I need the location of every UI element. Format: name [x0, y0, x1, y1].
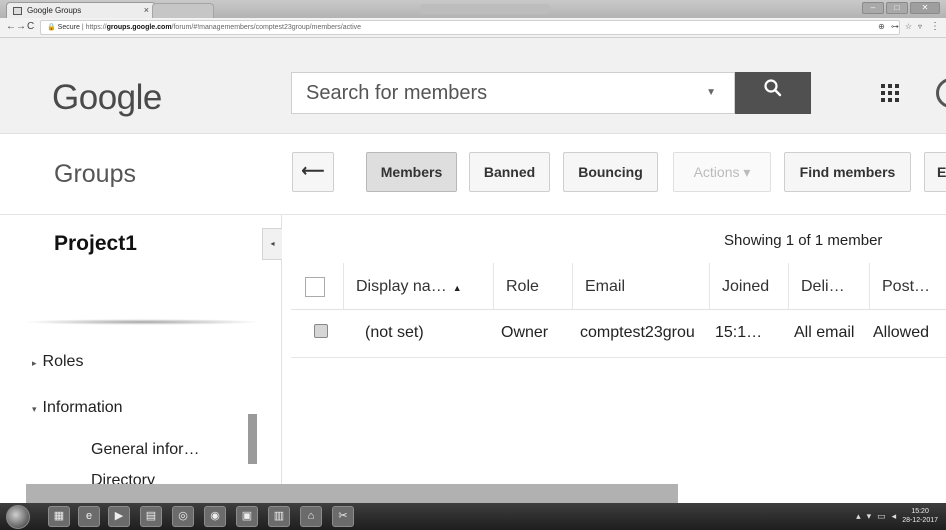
- actions-dropdown[interactable]: Actions ▾: [673, 152, 771, 192]
- overflow-button[interactable]: E: [924, 152, 946, 192]
- row-checkbox[interactable]: [314, 324, 328, 338]
- cell-display-name: (not set): [365, 324, 424, 341]
- snipping-icon[interactable]: ✂: [332, 506, 354, 527]
- lock-icon: 🔒: [47, 24, 56, 31]
- media-icon[interactable]: ▶: [108, 506, 130, 527]
- project-name[interactable]: Project1: [54, 232, 137, 256]
- ie-icon[interactable]: e: [78, 506, 100, 527]
- select-all-cell: [291, 263, 343, 310]
- taskbar: ▦ e ▶ ▤ ◎ ◉ ▣ ▥ ⌂ ✂ ▴ ▾ ▭ ◂ 15:20 28-12-…: [0, 503, 946, 530]
- url-scheme: https://: [85, 24, 107, 31]
- collapse-arrow-icon: ▾: [32, 404, 37, 414]
- files-icon[interactable]: ▤: [140, 506, 162, 527]
- sort-ascending-icon: ▲: [452, 283, 462, 293]
- browser-tab-google-groups[interactable]: Google Groups ×: [6, 2, 156, 18]
- sidebar-divider: [22, 319, 262, 325]
- sidebar-item-roles[interactable]: ▸ Roles: [32, 353, 83, 371]
- pdf-icon[interactable]: ⌂: [300, 506, 322, 527]
- search-options-dropdown-icon[interactable]: ▼: [706, 87, 716, 98]
- cell-email: comptest23grou: [580, 324, 695, 341]
- groups-title[interactable]: Groups: [54, 160, 136, 189]
- sidebar-item-label: Roles: [42, 353, 84, 370]
- tray-network-icon[interactable]: ▾: [867, 511, 872, 522]
- tray-arrow-icon[interactable]: ▴: [856, 511, 861, 522]
- member-count: Showing 1 of 1 member: [724, 232, 883, 249]
- browser-menu-icon[interactable]: ⋮: [930, 21, 940, 32]
- sidebar-item-label: Information: [42, 399, 123, 416]
- collapse-sidebar-icon[interactable]: ◂: [262, 228, 282, 260]
- clock-time: 15:20: [911, 508, 929, 515]
- chrome-icon[interactable]: ◎: [172, 506, 194, 527]
- select-all-checkbox[interactable]: [305, 277, 325, 297]
- account-avatar[interactable]: [936, 78, 946, 108]
- horizontal-scrollbar[interactable]: [26, 484, 678, 504]
- tray-volume-icon[interactable]: ◂: [892, 511, 897, 522]
- secure-label: Secure: [57, 24, 80, 31]
- calendar-icon[interactable]: ▣: [236, 506, 258, 527]
- table-row[interactable]: (not set) Owner comptest23grou 15:1… All…: [291, 310, 946, 358]
- minimize-button[interactable]: –: [862, 2, 884, 14]
- sidebar-item-general-information[interactable]: General infor…: [91, 441, 200, 459]
- maximize-button[interactable]: □: [886, 2, 908, 14]
- find-members-button[interactable]: Find members: [784, 152, 911, 192]
- window-title-bar: [420, 4, 550, 14]
- close-window-button[interactable]: ✕: [910, 2, 940, 14]
- column-joined[interactable]: Joined: [709, 263, 788, 310]
- reload-icon[interactable]: C: [27, 21, 34, 32]
- tab-title: Google Groups: [27, 6, 82, 15]
- back-arrow-icon[interactable]: ←: [6, 21, 16, 32]
- url-path: /forum/#!managemembers/comptest23group/m…: [171, 24, 362, 31]
- column-delivery[interactable]: Deli…: [788, 263, 869, 310]
- address-bar-icons: ⊕ ⊶ ☆ ▿: [878, 22, 922, 31]
- explorer-icon[interactable]: ▦: [48, 506, 70, 527]
- apps-grid-icon[interactable]: [881, 84, 899, 102]
- address-bar: ← → C 🔒 Secure | https://groups.google.c…: [0, 18, 946, 38]
- archive-icon[interactable]: ▥: [268, 506, 290, 527]
- sidebar-scrollbar[interactable]: [248, 414, 257, 464]
- screen: Google Groups × – □ ✕ ← → C 🔒 Secure | h…: [0, 0, 946, 530]
- window-controls: – □ ✕: [862, 2, 940, 14]
- clock-date: 28-12-2017: [902, 517, 938, 524]
- extension-icon[interactable]: ▿: [918, 22, 922, 31]
- groups-favicon-icon: [13, 7, 22, 15]
- back-button[interactable]: ⟵: [292, 152, 334, 192]
- clock[interactable]: 15:20 28-12-2017: [902, 507, 938, 525]
- tab-close-icon[interactable]: ×: [144, 5, 149, 15]
- search-button[interactable]: [735, 72, 811, 114]
- url-host: groups.google.com: [106, 24, 172, 31]
- search-icon: [763, 79, 783, 103]
- table-header: Display na… ▲ Role Email Joined Deli… Pos…: [291, 263, 946, 310]
- system-tray: ▴ ▾ ▭ ◂ 15:20 28-12-2017: [856, 507, 938, 525]
- key-icon[interactable]: ⊶: [891, 22, 899, 31]
- column-email[interactable]: Email: [572, 263, 709, 310]
- expand-arrow-icon: ▸: [32, 358, 37, 368]
- url-field[interactable]: 🔒 Secure | https://groups.google.com/for…: [40, 20, 900, 35]
- banned-tab[interactable]: Banned: [469, 152, 550, 192]
- column-posting[interactable]: Post…: [869, 263, 946, 310]
- browser-tab-blank[interactable]: [152, 3, 214, 18]
- column-display-name[interactable]: Display na… ▲: [343, 263, 493, 310]
- sidebar-item-information[interactable]: ▾ Information: [32, 399, 123, 417]
- tray-battery-icon[interactable]: ▭: [877, 511, 886, 522]
- app-icon[interactable]: ◉: [204, 506, 226, 527]
- start-button[interactable]: [6, 505, 30, 529]
- cell-delivery: All email: [794, 324, 855, 341]
- sidebar: Project1 ◂ ▸ Roles ▾ Information General i…: [0, 215, 282, 530]
- cell-joined: 15:1…: [715, 324, 763, 341]
- column-role[interactable]: Role: [493, 263, 572, 310]
- browser-tabstrip: Google Groups × – □ ✕: [0, 0, 946, 18]
- bouncing-tab[interactable]: Bouncing: [563, 152, 658, 192]
- google-logo[interactable]: Google: [52, 78, 162, 118]
- members-tab[interactable]: Members: [366, 152, 457, 192]
- cell-posting: Allowed: [873, 324, 930, 341]
- search-input[interactable]: [292, 73, 692, 113]
- forward-arrow-icon[interactable]: →: [16, 21, 26, 32]
- zoom-icon[interactable]: ⊕: [878, 22, 885, 31]
- search-box: ▼: [291, 72, 735, 114]
- star-icon[interactable]: ☆: [905, 22, 912, 31]
- cell-role: Owner: [501, 324, 549, 341]
- google-header: Google ▼: [0, 38, 946, 134]
